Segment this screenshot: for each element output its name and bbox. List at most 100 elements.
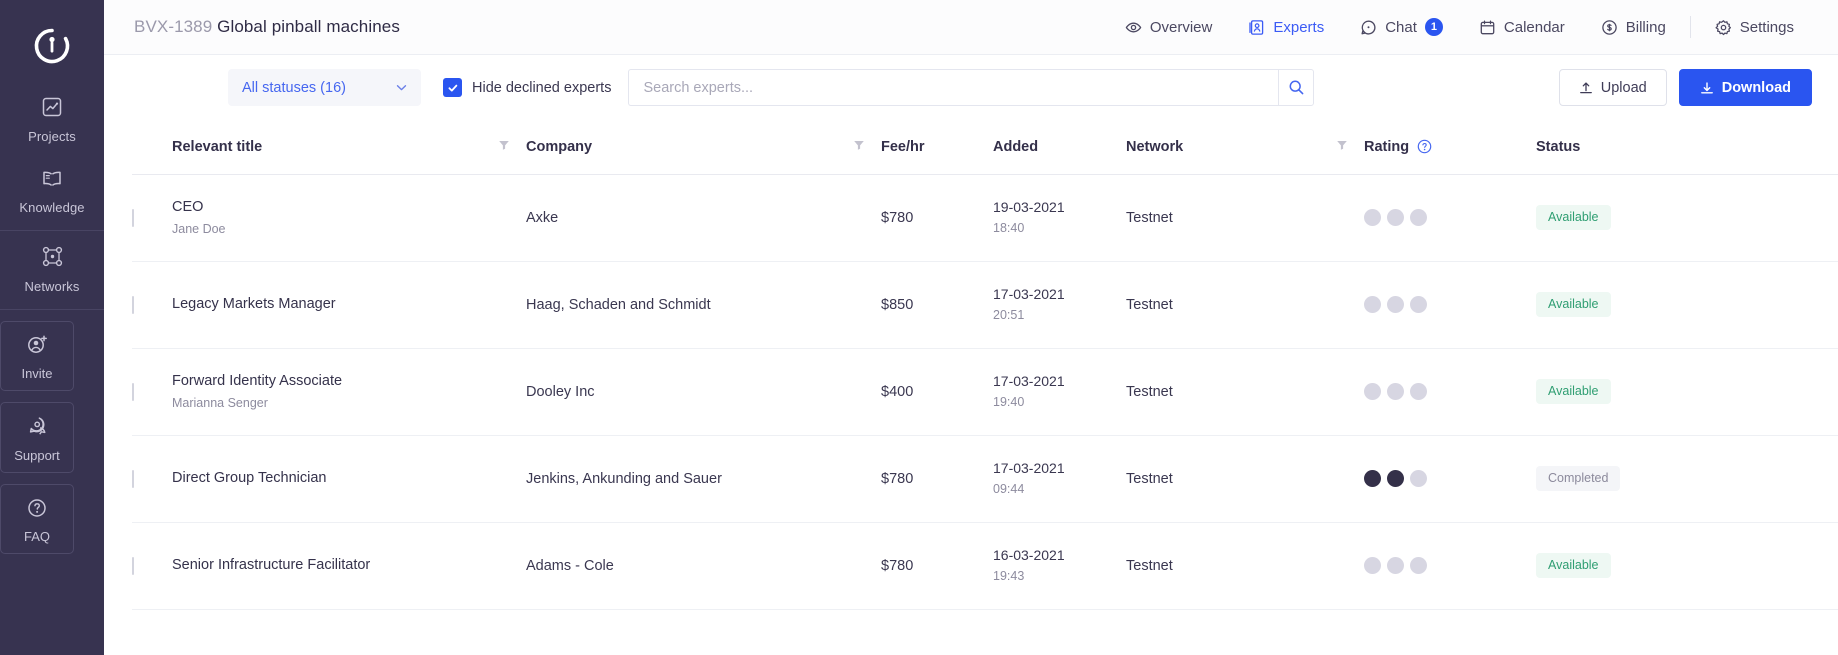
header-nav-experts[interactable]: Experts: [1230, 19, 1342, 36]
search-group: [628, 69, 1315, 106]
column-header-status[interactable]: Status: [1536, 120, 1838, 175]
cell-rating: [1364, 174, 1536, 262]
expert-title: Legacy Markets Manager: [172, 296, 336, 313]
status-badge: Available: [1536, 205, 1611, 230]
rating-dots: [1364, 296, 1536, 313]
hide-declined-checkbox[interactable]: Hide declined experts: [443, 78, 611, 97]
row-select-cell: [132, 174, 172, 262]
billing-icon: [1601, 19, 1618, 36]
cell-relevant-title: Direct Group Technician: [172, 435, 526, 523]
rating-dot: [1387, 470, 1404, 487]
chat-icon: [1360, 19, 1377, 36]
left-sidebar: Projects Knowledge Networks Invite Support FA…: [0, 0, 104, 655]
rating-dot: [1410, 557, 1427, 574]
header-nav-settings[interactable]: Settings: [1697, 19, 1812, 36]
filter-funnel-icon: [854, 140, 864, 150]
sidebar-item-support[interactable]: Support: [0, 402, 74, 473]
row-checkbox[interactable]: [132, 208, 134, 227]
header-nav-billing[interactable]: Billing: [1583, 19, 1684, 36]
upload-icon: [1579, 81, 1592, 93]
table-head: Relevant title Company Fee/hr Added Network R…: [132, 120, 1838, 175]
sidebar-item-label: Knowledge: [19, 200, 85, 215]
row-checkbox[interactable]: [132, 295, 134, 314]
column-header-added[interactable]: Added: [993, 120, 1126, 175]
status-badge: Available: [1536, 553, 1611, 578]
cell-company: Axke: [526, 174, 881, 262]
cell-relevant-title: Legacy Markets Manager: [172, 261, 526, 349]
table-row[interactable]: Direct Group Technician Jenkins, Ankundin…: [132, 435, 1838, 523]
sidebar-item-label: Invite: [21, 366, 53, 381]
column-filter-button[interactable]: [498, 139, 526, 155]
header-nav-chat[interactable]: Chat 1: [1342, 18, 1461, 36]
open-book-icon: [40, 169, 64, 194]
table-row[interactable]: Forward Identity Associate Marianna Senge…: [132, 348, 1838, 436]
cell-company: Dooley Inc: [526, 348, 881, 436]
upload-button[interactable]: Upload: [1558, 69, 1667, 106]
cell-rating: [1364, 435, 1536, 523]
filter-funnel-icon: [1337, 140, 1347, 150]
header-nav-divider: [1689, 16, 1691, 38]
filter-funnel-icon: [499, 140, 509, 150]
row-checkbox[interactable]: [132, 469, 134, 488]
cell-company: Haag, Schaden and Schmidt: [526, 261, 881, 349]
cell-rating: [1364, 261, 1536, 349]
sidebar-item-knowledge[interactable]: Knowledge: [0, 155, 104, 226]
column-header-fee-hr[interactable]: Fee/hr: [881, 120, 993, 175]
header-nav-overview[interactable]: Overview: [1107, 19, 1231, 36]
cell-company: Jenkins, Ankunding and Sauer: [526, 435, 881, 523]
cell-added: 19-03-2021 18:40: [993, 174, 1126, 262]
sidebar-item-label: FAQ: [23, 529, 50, 544]
added-date: 17-03-2021: [993, 373, 1065, 390]
search-button[interactable]: [1278, 69, 1315, 106]
search-input[interactable]: [628, 69, 1279, 106]
download-button[interactable]: Download: [1678, 69, 1812, 106]
column-header-company[interactable]: Company: [526, 120, 881, 175]
app-root: Projects Knowledge Networks Invite Support FA…: [0, 0, 1838, 655]
column-header-label: Network: [1126, 138, 1184, 155]
status-badge: Available: [1536, 379, 1611, 404]
rating-dots: [1364, 383, 1536, 400]
sidebar-item-invite[interactable]: Invite: [0, 321, 74, 391]
sidebar-item-faq[interactable]: FAQ: [0, 484, 74, 554]
header-nav-calendar[interactable]: Calendar: [1461, 19, 1583, 36]
checkbox-box: [443, 78, 462, 97]
checkmark-icon: [448, 84, 457, 91]
rating-dot: [1410, 296, 1427, 313]
column-header-rating[interactable]: Rating: [1364, 120, 1536, 175]
row-checkbox[interactable]: [132, 382, 134, 401]
cell-relevant-title: Senior Infrastructure Facilitator: [172, 522, 526, 610]
column-header-relevant-title[interactable]: Relevant title: [172, 120, 526, 175]
help-circle-icon: [1417, 139, 1432, 154]
added-time: 20:51: [993, 307, 1025, 322]
row-checkbox[interactable]: [132, 556, 134, 575]
upload-label: Upload: [1600, 79, 1647, 96]
sidebar-item-projects[interactable]: Projects: [0, 82, 104, 155]
cell-network: Testnet: [1126, 348, 1364, 436]
table-row[interactable]: Legacy Markets Manager Haag, Schaden and …: [132, 261, 1838, 349]
top-header: BVX-1389 Global pinball machines Overvie…: [104, 0, 1838, 55]
table-body: CEO Jane Doe Axke $780 19-03-2021 18:40 Testne…: [132, 174, 1838, 610]
status-filter-dropdown[interactable]: All statuses (16): [228, 69, 421, 106]
sidebar-item-networks[interactable]: Networks: [0, 231, 104, 305]
chat-unread-badge: 1: [1424, 18, 1443, 36]
user-plus-icon: [26, 334, 48, 361]
table-row[interactable]: CEO Jane Doe Axke $780 19-03-2021 18:40 Testne…: [132, 174, 1838, 262]
table-row[interactable]: Senior Infrastructure Facilitator Adams -…: [132, 522, 1838, 610]
sidebar-item-label: Projects: [28, 129, 76, 144]
experts-table: Relevant title Company Fee/hr Added Network R…: [132, 120, 1838, 610]
eye-icon: [1125, 19, 1142, 36]
download-label: Download: [1721, 79, 1791, 96]
row-select-cell: [132, 522, 172, 610]
cell-relevant-title: CEO Jane Doe: [172, 174, 526, 262]
row-select-cell: [132, 435, 172, 523]
added-time: 09:44: [993, 481, 1025, 496]
sidebar-divider: [0, 309, 104, 310]
column-header-network[interactable]: Network: [1126, 120, 1364, 175]
cell-rating: [1364, 348, 1536, 436]
column-filter-button[interactable]: [853, 139, 881, 155]
column-filter-button[interactable]: [1336, 139, 1364, 155]
added-time: 19:40: [993, 394, 1025, 409]
cell-status: Available: [1536, 348, 1838, 436]
cell-fee: $850: [881, 261, 993, 349]
brand-logo[interactable]: [0, 10, 104, 82]
